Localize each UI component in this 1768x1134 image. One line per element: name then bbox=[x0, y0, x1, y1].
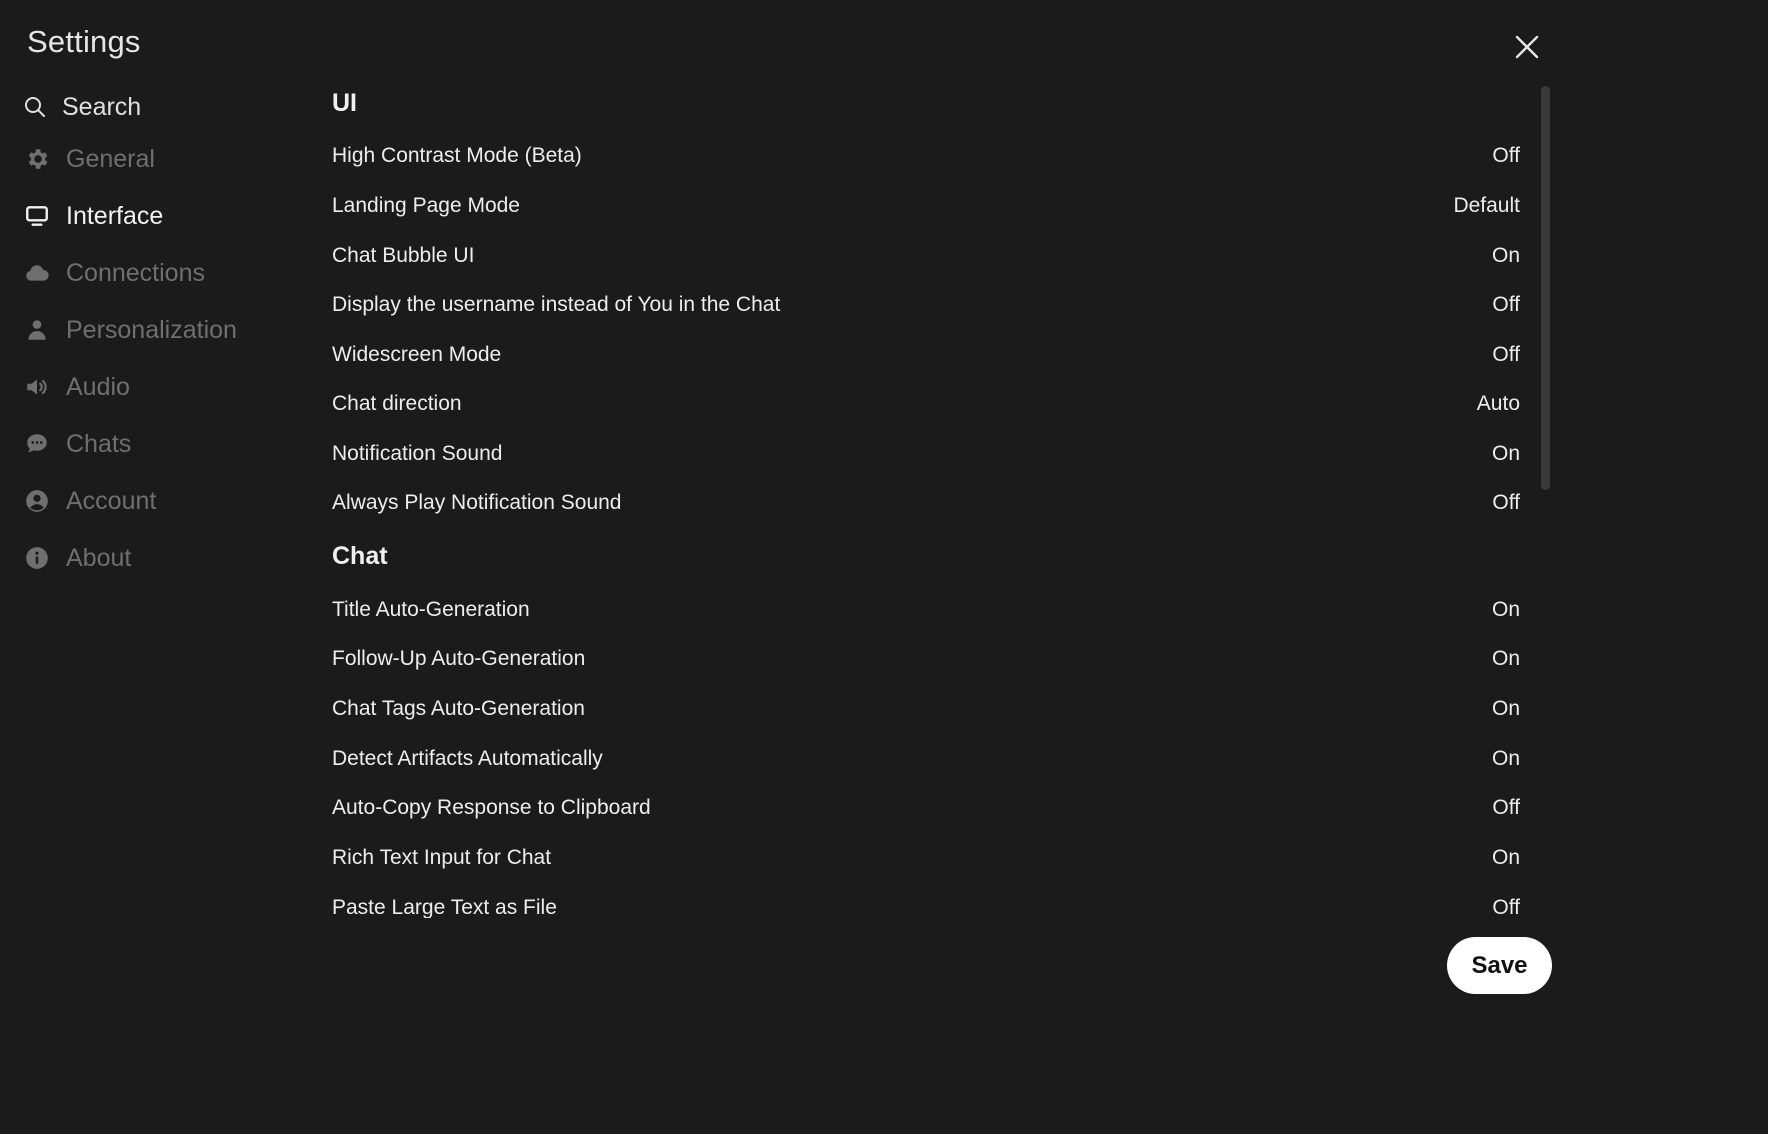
setting-row: Landing Page Mode Default bbox=[332, 189, 1520, 223]
setting-label: Chat Tags Auto-Generation bbox=[332, 697, 585, 720]
setting-toggle[interactable]: Off bbox=[1492, 343, 1520, 367]
setting-row: Display the username instead of You in t… bbox=[332, 288, 1520, 322]
setting-label: Auto-Copy Response to Clipboard bbox=[332, 796, 651, 819]
sidebar-item-about[interactable]: About bbox=[24, 538, 131, 578]
setting-label: Landing Page Mode bbox=[332, 194, 520, 217]
section-title-ui: UI bbox=[332, 89, 357, 117]
sidebar-item-label: General bbox=[66, 144, 155, 173]
setting-toggle[interactable]: On bbox=[1492, 442, 1520, 466]
cloud-icon bbox=[24, 260, 50, 286]
page-title: Settings bbox=[27, 24, 141, 59]
sidebar-item-chats[interactable]: Chats bbox=[24, 424, 131, 464]
settings-modal: Settings Search General Interface Connec… bbox=[0, 0, 1568, 1006]
setting-label: Follow-Up Auto-Generation bbox=[332, 647, 586, 670]
setting-toggle[interactable]: On bbox=[1492, 697, 1520, 721]
sidebar-item-personalization[interactable]: Personalization bbox=[24, 310, 237, 350]
sidebar-item-audio[interactable]: Audio bbox=[24, 367, 130, 407]
setting-row: Widescreen Mode Off bbox=[332, 338, 1520, 372]
setting-label: Title Auto-Generation bbox=[332, 598, 530, 621]
sidebar-item-label: Audio bbox=[66, 372, 130, 401]
setting-row: Chat Tags Auto-Generation On bbox=[332, 692, 1520, 726]
setting-row: Title Auto-Generation On bbox=[332, 593, 1520, 627]
sidebar-item-general[interactable]: General bbox=[24, 139, 155, 179]
setting-row: Chat Bubble UI On bbox=[332, 239, 1520, 273]
setting-label: Detect Artifacts Automatically bbox=[332, 747, 603, 770]
setting-label: Display the username instead of You in t… bbox=[332, 293, 781, 316]
sidebar-item-label: Interface bbox=[66, 201, 164, 230]
search-icon bbox=[25, 97, 45, 117]
setting-toggle[interactable]: Off bbox=[1492, 293, 1520, 317]
setting-toggle[interactable]: Auto bbox=[1477, 392, 1520, 416]
setting-row: Notification Sound On bbox=[332, 437, 1520, 471]
speaker-icon bbox=[24, 374, 50, 400]
sidebar-item-label: Personalization bbox=[66, 315, 237, 344]
setting-label: Notification Sound bbox=[332, 442, 503, 465]
info-icon bbox=[24, 545, 50, 571]
setting-toggle[interactable]: On bbox=[1492, 846, 1520, 870]
setting-toggle[interactable]: On bbox=[1492, 747, 1520, 771]
setting-label: Always Play Notification Sound bbox=[332, 491, 622, 514]
setting-row: Paste Large Text as File Off bbox=[332, 891, 1520, 918]
close-icon bbox=[1515, 35, 1539, 59]
setting-toggle[interactable]: Off bbox=[1492, 896, 1520, 918]
setting-label: Chat Bubble UI bbox=[332, 244, 475, 267]
sidebar-item-interface[interactable]: Interface bbox=[24, 196, 163, 236]
setting-label: Rich Text Input for Chat bbox=[332, 846, 552, 869]
setting-row: Chat direction Auto bbox=[332, 387, 1520, 421]
search-label: Search bbox=[62, 92, 142, 121]
setting-row: High Contrast Mode (Beta) Off bbox=[332, 139, 1520, 173]
setting-label: Widescreen Mode bbox=[332, 343, 502, 366]
section-title-chat: Chat bbox=[332, 542, 388, 570]
setting-toggle[interactable]: Off bbox=[1492, 144, 1520, 168]
setting-toggle[interactable]: On bbox=[1492, 647, 1520, 671]
settings-content[interactable]: UI High Contrast Mode (Beta) Off Landing… bbox=[332, 80, 1522, 918]
setting-toggle[interactable]: Off bbox=[1492, 796, 1520, 820]
setting-toggle[interactable]: On bbox=[1492, 244, 1520, 268]
setting-row: Follow-Up Auto-Generation On bbox=[332, 642, 1520, 676]
scrollbar-thumb[interactable] bbox=[1541, 86, 1550, 490]
account-circle-icon bbox=[24, 488, 50, 514]
sidebar-item-label: Chats bbox=[66, 429, 132, 458]
setting-row: Always Play Notification Sound Off bbox=[332, 486, 1520, 520]
setting-label: Paste Large Text as File bbox=[332, 896, 557, 918]
setting-toggle[interactable]: Off bbox=[1492, 491, 1520, 515]
user-icon bbox=[24, 317, 50, 343]
setting-row: Detect Artifacts Automatically On bbox=[332, 742, 1520, 776]
monitor-icon bbox=[24, 203, 50, 229]
sidebar-item-label: Account bbox=[66, 486, 157, 515]
setting-toggle[interactable]: Default bbox=[1453, 194, 1520, 218]
save-button[interactable]: Save bbox=[1447, 937, 1552, 994]
setting-label: Chat direction bbox=[332, 392, 462, 415]
close-button[interactable] bbox=[1510, 30, 1544, 64]
sidebar-item-connections[interactable]: Connections bbox=[24, 253, 205, 293]
setting-row: Auto-Copy Response to Clipboard Off bbox=[332, 791, 1520, 825]
sidebar-item-label: About bbox=[66, 543, 132, 572]
setting-row: Rich Text Input for Chat On bbox=[332, 841, 1520, 875]
chat-bubble-icon bbox=[24, 431, 50, 457]
setting-toggle[interactable]: On bbox=[1492, 598, 1520, 622]
sidebar-item-account[interactable]: Account bbox=[24, 481, 156, 521]
search-input[interactable]: Search bbox=[24, 90, 141, 124]
sidebar-item-label: Connections bbox=[66, 258, 205, 287]
setting-label: High Contrast Mode (Beta) bbox=[332, 144, 582, 167]
gear-icon bbox=[24, 146, 50, 172]
